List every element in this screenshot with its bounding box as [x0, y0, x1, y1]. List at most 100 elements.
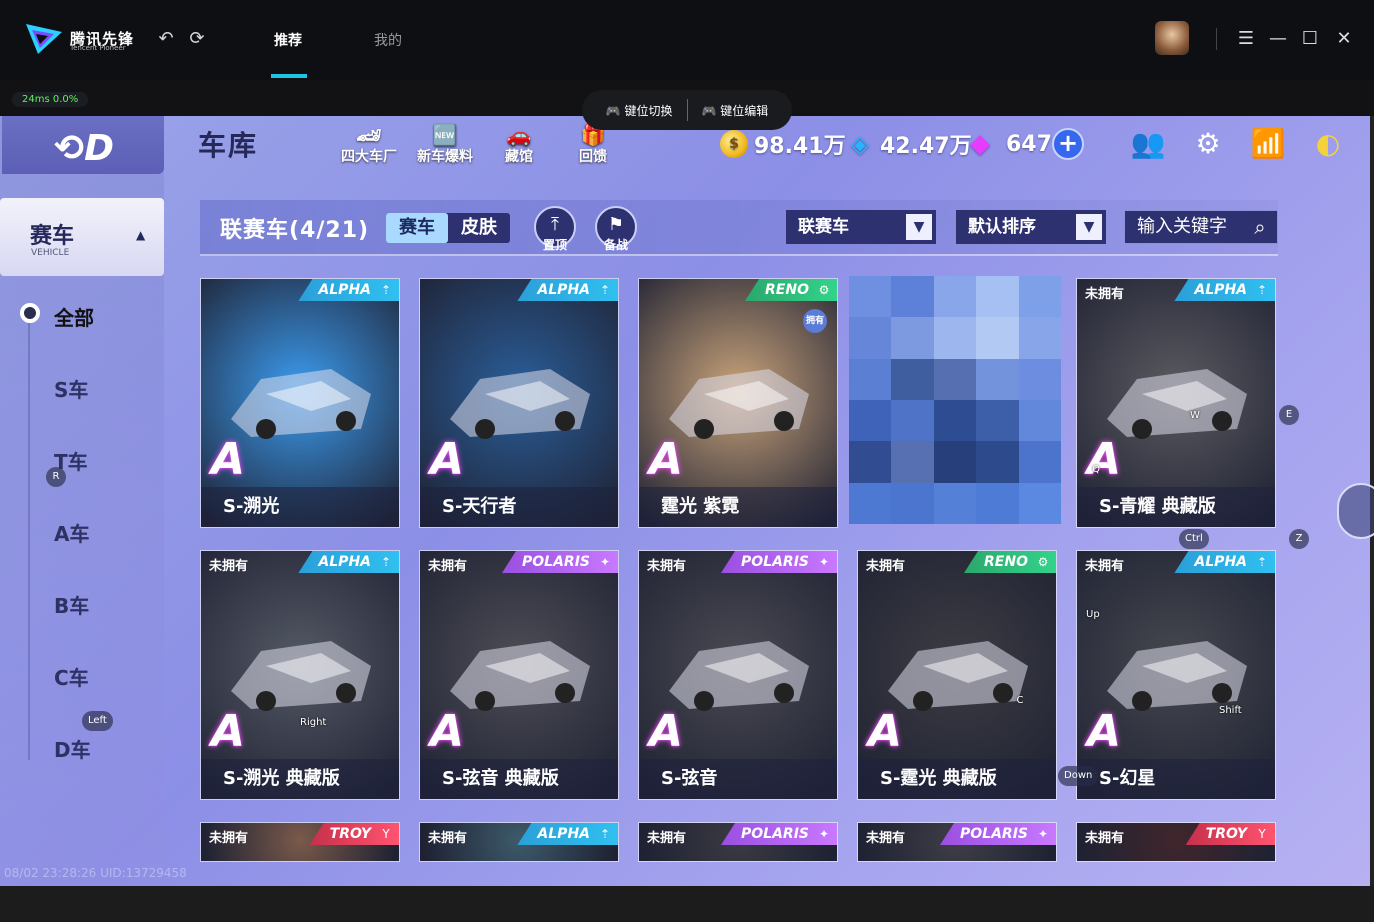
car-icon: 🏎 [356, 123, 382, 147]
active-tab-indicator [271, 74, 307, 78]
key-hint-badge: W [1190, 410, 1200, 421]
race-car-image [1107, 369, 1247, 439]
owned-badge: 拥有 [803, 309, 827, 333]
car-card[interactable]: POLARIS ✦ 未拥有 [638, 822, 838, 862]
category-c[interactable]: C车 [54, 662, 89, 691]
keymap-switch-button[interactable]: 🎮 键位切换 [606, 102, 673, 119]
tab-recommend[interactable]: 推荐 [274, 30, 302, 50]
car-name: S-青耀 典藏版 [1077, 487, 1275, 527]
music-icon[interactable]: ◐ [1310, 126, 1346, 162]
race-car-image [231, 369, 371, 439]
collection-button[interactable]: 🚗 藏馆 [484, 124, 554, 166]
pin-top-label: 置顶 [542, 238, 567, 252]
grade-badge: A [868, 706, 903, 757]
car-card[interactable]: RENO ⚙ A 霆光 紫霓 拥有 [638, 278, 838, 528]
coin-icon: $ [720, 130, 748, 158]
car-card[interactable]: ALPHA ⇡ 未拥有 A S-幻星 [1076, 550, 1276, 800]
menu-icon[interactable]: ☰ [1235, 28, 1257, 49]
pixelated-card-image [849, 276, 1061, 524]
car-card[interactable]: TROY Y 未拥有 [1076, 822, 1276, 862]
car-card[interactable]: ALPHA ⇡ A S-溯光 [200, 278, 400, 528]
brand-tag-icon: ✦ [1037, 827, 1049, 841]
car-card[interactable]: RENO ⚙ 未拥有 A S-霆光 典藏版 [857, 550, 1057, 800]
race-car-image [669, 641, 809, 711]
key-hint-badge: Shift [1219, 705, 1242, 716]
car-card[interactable]: POLARIS ✦ 未拥有 A S-弦音 典藏版 [419, 550, 619, 800]
keymap-edit-button[interactable]: 🎮 键位编辑 [702, 102, 769, 119]
race-car-image [450, 369, 590, 439]
brand-tag-icon: ✦ [599, 555, 611, 569]
not-owned-label: 未拥有 [209, 559, 249, 574]
tab-mine[interactable]: 我的 [374, 30, 402, 50]
new-car-news-button[interactable]: 🆕 新车爆料 [410, 124, 480, 166]
category-d[interactable]: D车 [54, 734, 91, 763]
add-gems-button[interactable]: + [1052, 128, 1084, 160]
chevron-down-icon: ▼ [1076, 214, 1102, 240]
type-select[interactable]: 联赛车 ▼ [786, 210, 936, 244]
uid-watermark: 08/02 23:28:26 UID:13729458 [4, 866, 187, 880]
not-owned-label: 未拥有 [1085, 831, 1125, 846]
gem-balance: ◆ 647 [970, 129, 1052, 159]
brand-tag-icon: ⇡ [599, 283, 611, 297]
category-a[interactable]: A车 [54, 518, 89, 547]
brand-tag-icon: ⇡ [1256, 283, 1268, 297]
new-badge-icon: 🆕 [432, 123, 458, 147]
not-owned-label: 未拥有 [647, 831, 687, 846]
friends-mail-icon[interactable]: 👥 [1130, 126, 1166, 162]
car-card[interactable]: ALPHA ⇡ 未拥有 A S-溯光 典藏版 [200, 550, 400, 800]
rewards-button[interactable]: 🎁 回馈 [558, 124, 628, 166]
category-all[interactable]: 全部 [54, 302, 94, 331]
car-name: S-弦音 典藏版 [420, 759, 618, 799]
category-rail [28, 320, 30, 760]
toggle-cars[interactable]: 赛车 [386, 213, 448, 243]
not-owned-label: 未拥有 [866, 831, 906, 846]
keymap-toolbar: 🎮 键位切换 🎮 键位编辑 [582, 90, 792, 130]
car-skin-toggle[interactable]: 赛车 皮肤 [386, 213, 510, 243]
category-s[interactable]: S车 [54, 374, 88, 403]
undo-icon[interactable]: ↶ [155, 28, 177, 50]
key-hint-badge: Ctrl [1179, 529, 1209, 549]
refresh-icon[interactable]: ⟳ [186, 28, 208, 50]
key-hint-badge: Up [1086, 609, 1100, 620]
page-title: 车库 [198, 129, 259, 162]
car-card[interactable]: POLARIS ✦ 未拥有 A S-弦音 [638, 550, 838, 800]
car-name: S-霆光 典藏版 [858, 759, 1056, 799]
diamond-icon: ◆ [970, 129, 990, 159]
grade-badge: A [430, 434, 465, 485]
close-icon[interactable]: ✕ [1333, 28, 1355, 49]
coin-balance: $98.41万 [720, 128, 846, 160]
settings-gear-icon[interactable]: ⚙ [1190, 126, 1226, 162]
not-owned-label: 未拥有 [647, 559, 687, 574]
car-card[interactable]: ALPHA ⇡ 未拥有 A S-青耀 典藏版 [1076, 278, 1276, 528]
garage-icon: 🚗 [506, 123, 532, 147]
race-car-image [669, 369, 809, 439]
maximize-icon[interactable]: ☐ [1299, 28, 1321, 49]
key-hint-badge: C [1016, 695, 1024, 706]
car-card[interactable]: ALPHA ⇡ A S-天行者 [419, 278, 619, 528]
grade-badge: A [430, 706, 465, 757]
car-name: S-溯光 [201, 487, 399, 527]
category-b[interactable]: B车 [54, 590, 89, 619]
sort-select[interactable]: 默认排序 ▼ [956, 210, 1106, 244]
search-input[interactable]: 输入关键字 ⌕ [1124, 210, 1278, 244]
not-owned-label: 未拥有 [209, 831, 249, 846]
brand-tag-icon: ⇡ [380, 555, 392, 569]
brand-tag-icon: ✦ [818, 555, 830, 569]
grade-badge: A [1087, 706, 1122, 757]
side-panel-handle[interactable] [1337, 483, 1374, 539]
brand-tag-icon: ⚙ [1037, 555, 1049, 569]
minimize-icon[interactable]: — [1267, 28, 1289, 49]
brand-tag-icon: Y [382, 827, 390, 841]
car-card[interactable]: ALPHA ⇡ 未拥有 [419, 822, 619, 862]
bottom-strip [0, 886, 1374, 922]
car-card[interactable]: TROY Y 未拥有 [200, 822, 400, 862]
toggle-skins[interactable]: 皮肤 [448, 213, 510, 243]
car-card[interactable] [849, 276, 1061, 524]
grade-badge: A [649, 706, 684, 757]
avatar[interactable] [1155, 21, 1189, 55]
vehicle-tab[interactable]: 赛车 VEHICLE ▲ [0, 198, 164, 276]
four-factories-button[interactable]: 🏎 四大车厂 [334, 124, 404, 166]
not-owned-label: 未拥有 [866, 559, 906, 574]
game-logo-icon: ⟲D [54, 128, 115, 169]
car-card[interactable]: POLARIS ✦ 未拥有 [857, 822, 1057, 862]
